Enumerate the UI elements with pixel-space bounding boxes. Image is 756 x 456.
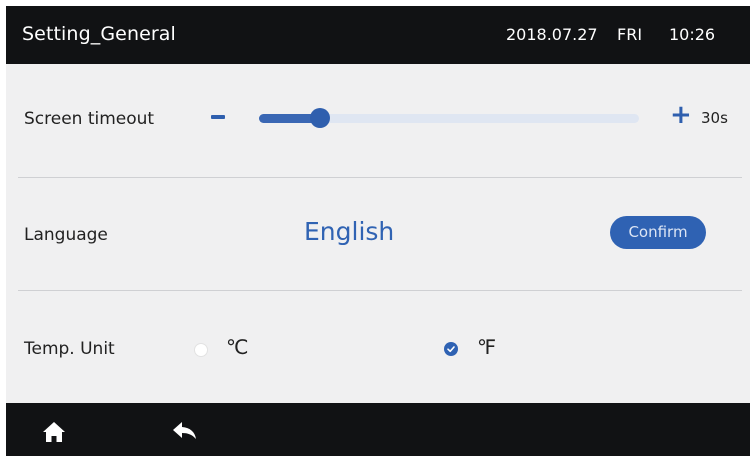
footer-bar <box>6 403 750 456</box>
increase-timeout-button[interactable]: + <box>670 102 692 128</box>
temp-unit-label: Temp. Unit <box>24 339 115 359</box>
page-title: Setting_General <box>22 23 176 45</box>
celsius-radio[interactable] <box>194 343 208 357</box>
divider <box>18 177 742 178</box>
header-bar: Setting_General 2018.07.27 FRI 10:26 <box>6 6 750 64</box>
back-icon[interactable] <box>171 420 199 442</box>
decrease-timeout-button[interactable] <box>211 115 225 119</box>
confirm-button[interactable]: Confirm <box>610 216 706 249</box>
celsius-label: ℃ <box>226 335 249 359</box>
screen-timeout-value: 30s <box>701 109 728 127</box>
slider-handle[interactable] <box>310 108 330 128</box>
settings-screen: Setting_General 2018.07.27 FRI 10:26 Scr… <box>6 6 750 456</box>
fahrenheit-radio[interactable] <box>444 342 458 356</box>
header-day: FRI <box>617 25 643 44</box>
fahrenheit-label: ℉ <box>477 335 497 359</box>
check-icon <box>447 346 455 353</box>
header-date: 2018.07.27 <box>506 25 598 44</box>
divider <box>18 290 742 291</box>
screen-timeout-slider[interactable] <box>259 108 639 128</box>
language-label: Language <box>24 225 108 245</box>
language-value[interactable]: English <box>304 217 394 246</box>
home-icon[interactable] <box>42 421 66 443</box>
header-time: 10:26 <box>669 25 716 44</box>
screen-timeout-label: Screen timeout <box>24 109 155 129</box>
